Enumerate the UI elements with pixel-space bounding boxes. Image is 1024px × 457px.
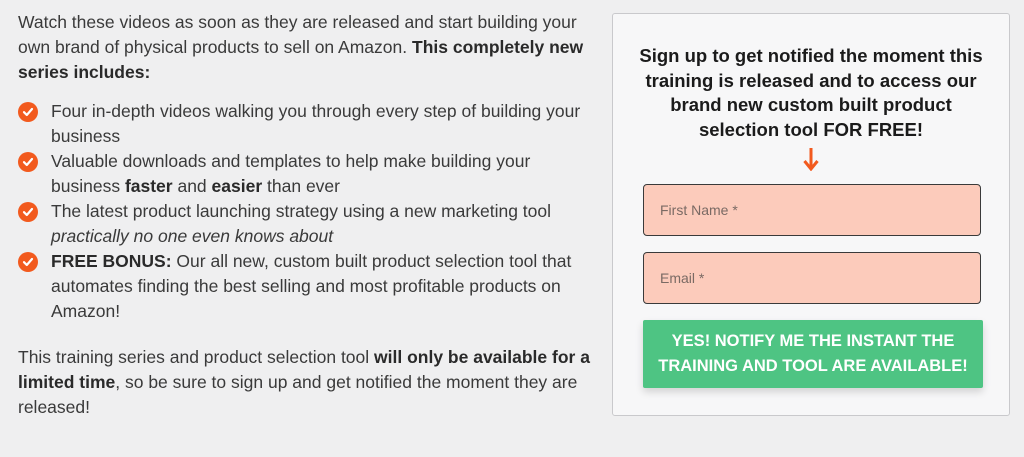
feature-text: and [172,176,212,196]
check-circle-icon [18,252,38,272]
list-item: FREE BONUS: Our all new, custom built pr… [18,249,598,324]
feature-text: Four in-depth videos walking you through… [51,101,581,146]
check-circle-icon [18,202,38,222]
list-item: The latest product launching strategy us… [18,199,598,249]
signup-panel: Sign up to get notified the moment this … [612,13,1010,416]
check-circle-icon [18,102,38,122]
feature-bold-faster: faster [124,176,173,196]
feature-list: Four in-depth videos walking you through… [18,99,598,324]
feature-text: than ever [262,176,340,196]
first-name-field[interactable] [643,184,981,236]
email-field[interactable] [643,252,981,304]
arrow-down-icon [803,148,819,171]
feature-text: The latest product launching strategy us… [51,201,552,221]
notify-me-button[interactable]: YES! NOTIFY ME THE INSTANT THE TRAINING … [643,320,983,388]
list-item: Four in-depth videos walking you through… [18,99,598,149]
intro-paragraph: Watch these videos as soon as they are r… [18,10,598,85]
feature-bold-easier: easier [211,176,263,196]
feature-italic: practically no one even knows about [51,226,334,246]
list-item: Valuable downloads and templates to help… [18,149,598,199]
check-circle-icon [18,152,38,172]
outro-text: This training series and product selecti… [18,347,375,367]
signup-heading: Sign up to get notified the moment this … [639,45,983,140]
outro-paragraph: This training series and product selecti… [18,345,598,420]
content-column: Watch these videos as soon as they are r… [18,10,598,438]
feature-bonus-label: FREE BONUS: [51,251,172,271]
